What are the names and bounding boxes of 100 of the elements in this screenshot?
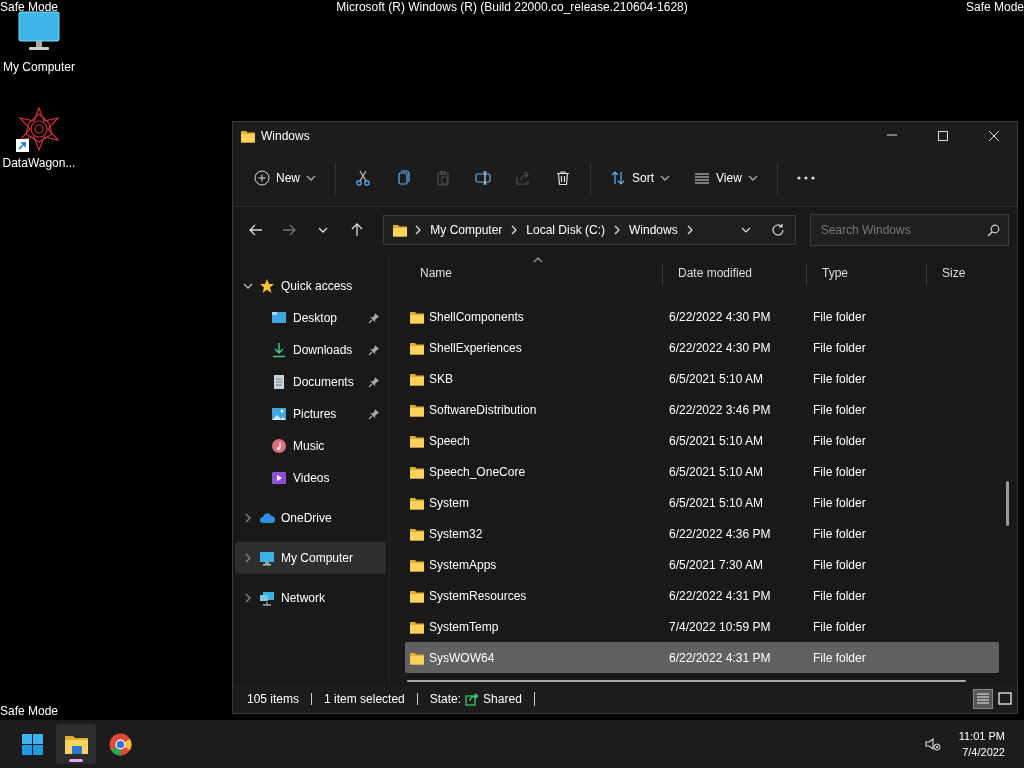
details-view-icon	[975, 691, 991, 707]
view-button[interactable]: View	[683, 161, 769, 195]
column-header[interactable]: Size	[926, 263, 999, 285]
cloud-icon	[259, 510, 275, 526]
nav-item[interactable]: Network	[235, 582, 386, 614]
file-name: System	[429, 495, 469, 510]
file-row[interactable]: SystemTemp 7/4/2022 10:59 PM File folder	[405, 611, 999, 642]
star-emblem-icon[interactable]	[16, 106, 62, 152]
clock-time[interactable]: 11:01 PM	[958, 729, 1005, 743]
file-row[interactable]: Speech 6/5/2021 5:10 AM File folder	[405, 425, 999, 456]
file-name: System32	[429, 526, 483, 541]
maximize-icon	[937, 130, 949, 142]
browser-logo-icon	[107, 731, 133, 757]
date-cell-text: 6/22/2022 4:36 PM	[668, 526, 772, 541]
column-header[interactable]: Name	[405, 263, 662, 285]
nav-item[interactable]: Pictures	[235, 398, 386, 430]
file-row[interactable]: Speech_OneCore 6/5/2021 5:10 AM File folder	[405, 456, 999, 487]
music-note-icon	[271, 438, 287, 454]
breadcrumb[interactable]: Local Disk (C:)	[524, 223, 608, 237]
file-name: SystemResources	[429, 588, 527, 603]
nav-item[interactable]: Documents	[235, 366, 386, 398]
type-cell-text: File folder	[812, 588, 867, 603]
file-name: ShellExperiences	[429, 340, 522, 355]
date-cell-text: 6/5/2021 5:10 AM	[668, 464, 765, 479]
list-lines-icon	[694, 170, 711, 186]
file-explorer-button[interactable]	[56, 724, 96, 764]
safe-mode-label: Safe Mode	[965, 0, 1024, 14]
file-row[interactable]: ShellExperiences 6/22/2022 4:30 PM File folder	[405, 332, 999, 363]
date-cell-text: 7/4/2022 10:59 PM	[668, 619, 772, 634]
type-cell-text: File folder	[812, 371, 867, 386]
file-name: SKB	[429, 371, 453, 386]
nav-item[interactable]: Music	[235, 430, 386, 462]
breadcrumb[interactable]: My Computer	[428, 223, 505, 237]
close-icon	[988, 130, 1000, 142]
shared-icon	[465, 692, 480, 706]
windows-logo-icon	[19, 731, 45, 757]
file-row[interactable]: SystemApps 6/5/2021 7:30 AM File folder	[405, 549, 999, 580]
nav-item[interactable]: Videos	[235, 462, 386, 494]
breadcrumb[interactable]: Windows	[627, 223, 680, 237]
type-cell-text: File folder	[812, 340, 867, 355]
nav-item[interactable]: Quick access	[235, 270, 386, 302]
more-dots-icon	[796, 176, 815, 180]
nav-item[interactable]: OneDrive	[235, 502, 386, 534]
new-button[interactable]: New	[243, 161, 327, 195]
file-name: SystemTemp	[429, 619, 499, 634]
search-icon	[987, 223, 1000, 237]
folder-icon	[392, 222, 409, 238]
search-field[interactable]: Search Windows	[818, 222, 987, 238]
nav-item[interactable]: Downloads	[235, 334, 386, 366]
horizontal-scrollbar[interactable]	[407, 680, 966, 682]
breadcrumb-chevron-icon	[685, 225, 694, 235]
file-row[interactable]: System32 6/22/2022 4:36 PM File folder	[405, 518, 999, 549]
file-row[interactable]: SysWOW64 6/22/2022 4:31 PM File folder	[405, 642, 999, 673]
safe-mode-label: Safe Mode	[0, 0, 59, 14]
file-row[interactable]: ShellComponents 6/22/2022 4:30 PM File folder	[405, 301, 999, 332]
caret-icon	[747, 174, 758, 182]
file-row[interactable]: SystemResources 6/22/2022 4:31 PM File folder	[405, 580, 999, 611]
file-row[interactable]: System 6/5/2021 5:10 AM File folder	[405, 487, 999, 518]
column-header[interactable]: Type	[806, 263, 926, 285]
speaker-muted-icon[interactable]	[924, 736, 941, 752]
rename-icon	[475, 170, 491, 186]
network-icon	[259, 590, 275, 606]
file-name: SoftwareDistribution	[429, 402, 537, 417]
date-cell-text: 6/5/2021 5:10 AM	[668, 495, 765, 510]
type-cell-text: File folder	[812, 619, 867, 634]
caret-icon	[306, 174, 316, 182]
safe-mode-label: Safe Mode	[0, 704, 59, 718]
column-header[interactable]: Date modified	[662, 263, 806, 285]
file-row[interactable]: SoftwareDistribution 6/22/2022 3:46 PM File folder	[405, 394, 999, 425]
file-name: Speech	[429, 433, 470, 448]
desktop-icon	[271, 310, 287, 326]
sort-arrows-icon	[610, 170, 626, 186]
breadcrumb-chevron-icon	[510, 225, 519, 235]
desktop-icon-label[interactable]: DataWagon...	[2, 156, 76, 170]
date-cell-text: 6/5/2021 5:10 AM	[668, 371, 765, 386]
selection-count: 1 item selected	[312, 693, 418, 705]
desktop-icon-label[interactable]: My Computer	[3, 60, 75, 74]
search-box[interactable]: Search Windows	[809, 214, 1009, 246]
date-cell-text: 6/22/2022 4:30 PM	[668, 340, 772, 355]
clock-date[interactable]: 7/4/2022	[962, 745, 1005, 759]
download-arrow-icon	[271, 342, 287, 358]
type-cell-text: File folder	[812, 309, 867, 324]
trash-icon	[555, 170, 571, 186]
type-cell-text: File folder	[812, 650, 867, 665]
dropdown-caret-icon[interactable]	[740, 226, 751, 234]
date-cell-text: 6/5/2021 7:30 AM	[668, 557, 765, 572]
star-icon	[259, 278, 275, 294]
file-row[interactable]: SKB 6/5/2021 5:10 AM File folder	[405, 363, 999, 394]
breadcrumb-chevron-icon	[414, 225, 423, 235]
window-title: Windows	[261, 129, 311, 143]
refresh-icon[interactable]	[770, 223, 785, 237]
address-bar[interactable]: My Computer Local Disk (C:) Windows	[383, 215, 796, 245]
vertical-scrollbar[interactable]	[1006, 481, 1009, 526]
scissors-icon	[355, 170, 371, 186]
picture-icon	[271, 406, 287, 422]
caret-icon	[660, 174, 671, 182]
date-cell-text: 6/22/2022 4:31 PM	[668, 588, 772, 603]
nav-item[interactable]: My Computer	[235, 542, 386, 574]
nav-item[interactable]: Desktop	[235, 302, 386, 334]
sort-button[interactable]: Sort	[599, 161, 682, 195]
